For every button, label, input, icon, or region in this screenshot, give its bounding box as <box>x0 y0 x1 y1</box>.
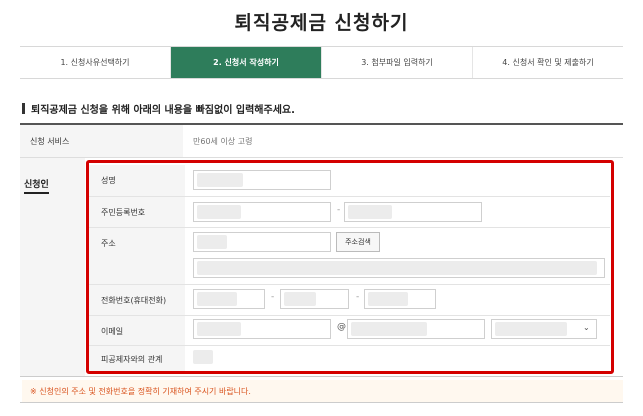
step-2-active: 2. 신청서 작성하기 <box>171 47 322 78</box>
applicant-highlight-box <box>86 160 614 374</box>
service-label: 신청 서비스 <box>20 125 183 157</box>
warning-message: ※ 신청인의 주소 및 전화번호을 정확히 기재하여 주시기 바랍니다. <box>22 380 623 402</box>
step-1: 1. 신청사유선택하기 <box>20 47 171 78</box>
table-bottom-divider <box>20 376 623 377</box>
step-4: 4. 신청서 확인 및 제출하기 <box>502 58 594 67</box>
form-notice: 퇴직공제금 신청을 위해 아래의 내용을 빠짐없이 입력해주세요. <box>22 101 295 116</box>
notice-bullet-icon <box>22 103 25 114</box>
step-indicator: 1. 신청사유선택하기 2. 신청서 작성하기 3. 첨부파일 입력하기 4. … <box>20 46 623 79</box>
applicant-section-label: 신청인 <box>24 177 49 194</box>
notice-text: 퇴직공제금 신청을 위해 아래의 내용을 빠짐없이 입력해주세요. <box>31 105 295 116</box>
warning-bottom-divider <box>20 402 623 403</box>
service-value: 만60세 이상 고령 <box>193 136 253 146</box>
page-title: 퇴직공제금 신청하기 <box>234 12 409 34</box>
service-row: 신청 서비스 만60세 이상 고령 <box>20 125 623 158</box>
step-3: 3. 첨부파일 입력하기 <box>322 47 473 78</box>
